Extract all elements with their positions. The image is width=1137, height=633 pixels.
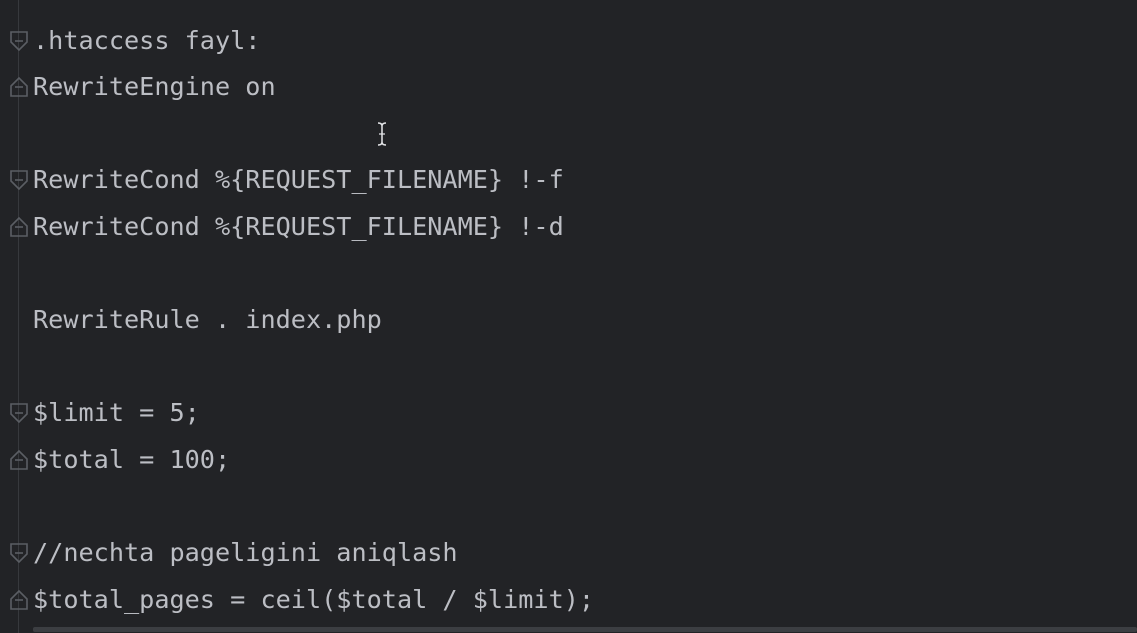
code-text[interactable]: //nechta pageligini aniqlash	[33, 530, 458, 576]
code-line[interactable]	[0, 484, 1137, 530]
fold-start-icon[interactable]	[9, 541, 29, 565]
code-line[interactable]: RewriteRule . index.php	[0, 297, 1137, 343]
fold-end-icon[interactable]	[9, 75, 29, 99]
code-text[interactable]: $limit = 5;	[33, 390, 200, 436]
code-text[interactable]: RewriteRule . index.php	[33, 297, 382, 343]
code-line[interactable]	[0, 110, 1137, 156]
fold-end-icon[interactable]	[9, 448, 29, 472]
code-text[interactable]: $total = 100;	[33, 437, 230, 483]
code-line[interactable]: RewriteEngine on	[0, 64, 1137, 110]
code-line[interactable]: RewriteCond %{REQUEST_FILENAME} !-d	[0, 204, 1137, 250]
code-line[interactable]: .htaccess fayl:	[0, 18, 1137, 64]
fold-start-icon[interactable]	[9, 29, 29, 53]
code-text[interactable]: RewriteCond %{REQUEST_FILENAME} !-d	[33, 204, 564, 250]
fold-end-icon[interactable]	[9, 588, 29, 612]
code-line[interactable]: $total_pages = ceil($total / $limit);	[0, 577, 1137, 623]
horizontal-scrollbar[interactable]	[33, 627, 1137, 632]
text-cursor-icon	[375, 121, 389, 147]
fold-start-icon[interactable]	[9, 168, 29, 192]
fold-start-icon[interactable]	[9, 401, 29, 425]
code-line[interactable]	[0, 344, 1137, 390]
code-text[interactable]: RewriteCond %{REQUEST_FILENAME} !-f	[33, 157, 564, 203]
code-text[interactable]: $total_pages = ceil($total / $limit);	[33, 577, 594, 623]
code-editor[interactable]: .htaccess fayl: RewriteEngine on Rewrite…	[0, 0, 1137, 633]
code-line[interactable]: //nechta pageligini aniqlash	[0, 530, 1137, 576]
code-line[interactable]: $limit = 5;	[0, 390, 1137, 436]
code-line[interactable]: $total = 100;	[0, 437, 1137, 483]
fold-end-icon[interactable]	[9, 215, 29, 239]
code-line[interactable]	[0, 250, 1137, 296]
code-text[interactable]: RewriteEngine on	[33, 64, 276, 110]
code-line[interactable]: RewriteCond %{REQUEST_FILENAME} !-f	[0, 157, 1137, 203]
code-text[interactable]: .htaccess fayl:	[33, 18, 260, 64]
